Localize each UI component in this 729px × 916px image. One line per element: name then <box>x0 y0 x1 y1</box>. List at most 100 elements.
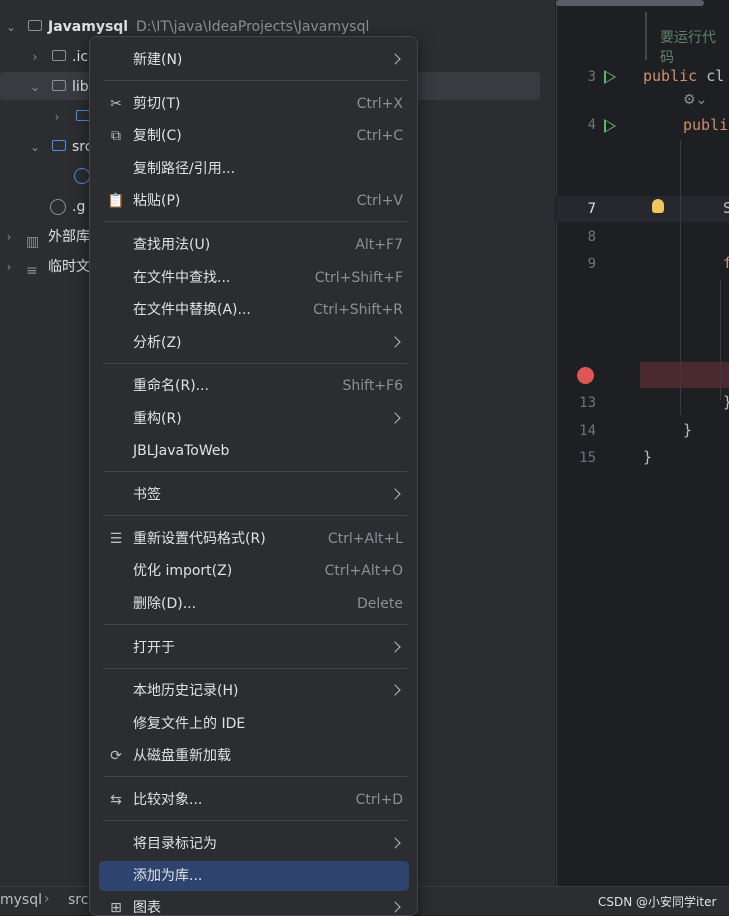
menu-item-open-in[interactable]: 打开于 <box>99 633 409 663</box>
menu-item-label: 添加为库... <box>133 868 203 884</box>
tree-item-label: 临时文 <box>48 259 90 275</box>
chevron-right-icon[interactable]: › <box>2 254 16 280</box>
menu-item-label: 本地历史记录(H) <box>133 683 239 699</box>
keyword: public <box>643 67 698 85</box>
code-text: cl <box>697 67 725 85</box>
menu-item-bookmarks[interactable]: 书签 <box>99 480 409 510</box>
chevron-down-icon[interactable]: ⌄ <box>28 74 42 100</box>
module-folder-icon <box>28 20 42 31</box>
menu-item-label: 图表 <box>133 900 161 916</box>
class-icon <box>74 168 90 184</box>
menu-item-label: 复制路径/引用... <box>133 161 236 177</box>
menu-item-local-history[interactable]: 本地历史记录(H) <box>99 676 409 706</box>
chevron-down-icon[interactable]: ⌄ <box>28 134 42 160</box>
line-number: 13 <box>579 395 596 411</box>
tree-item-label: lib <box>72 79 89 95</box>
code-line-13: } <box>723 393 729 411</box>
menu-separator <box>103 363 407 364</box>
menu-item-jbl-java-to-web[interactable]: JBLJavaToWeb <box>99 436 409 466</box>
menu-item-refactor[interactable]: 重构(R) <box>99 404 409 434</box>
menu-separator <box>103 624 407 625</box>
menu-item-reformat-code[interactable]: ☰ 重新设置代码格式(R) Ctrl+Alt+L <box>99 524 409 554</box>
menu-item-label: 书签 <box>133 487 161 503</box>
chevron-down-icon[interactable]: ⌄ <box>4 14 18 40</box>
folder-icon <box>52 80 66 91</box>
line-number: 8 <box>587 229 596 245</box>
clipboard-icon: 📋 <box>107 193 125 209</box>
tree-item-label: 外部库 <box>48 229 90 245</box>
menu-item-copy[interactable]: ⧉ 复制(C) Ctrl+C <box>99 121 409 151</box>
menu-item-label: 从磁盘重新加载 <box>133 748 231 764</box>
tree-item-label: .ic <box>72 49 89 65</box>
chevron-right-icon[interactable]: › <box>50 104 64 130</box>
context-menu: 新建(N) ✂ 剪切(T) Ctrl+X ⧉ 复制(C) Ctrl+C 复制路径… <box>89 36 418 916</box>
breadcrumb-project[interactable]: mysql <box>0 892 42 908</box>
menu-item-reload-from-disk[interactable]: ⟳ 从磁盘重新加载 <box>99 741 409 771</box>
jar-icon <box>76 110 90 121</box>
menu-item-shortcut: Ctrl+V <box>356 193 403 209</box>
ai-assist-icon[interactable]: ⚙⌄ <box>683 92 707 108</box>
breakpoint-line-highlight <box>640 362 729 388</box>
submenu-arrow-icon <box>389 641 401 653</box>
menu-item-label: 剪切(T) <box>133 96 181 112</box>
line-number: 14 <box>579 423 596 439</box>
menu-item-replace-in-files[interactable]: 在文件中替换(A)... Ctrl+Shift+R <box>99 295 409 325</box>
indent-guide <box>720 280 721 400</box>
menu-item-label: JBLJavaToWeb <box>133 443 230 459</box>
menu-item-new[interactable]: 新建(N) <box>99 45 409 75</box>
breadcrumb-src[interactable]: src <box>68 892 88 908</box>
line-number: 4 <box>587 117 596 133</box>
menu-item-analyze[interactable]: 分析(Z) <box>99 328 409 358</box>
menu-item-label: 优化 import(Z) <box>133 563 233 579</box>
breakpoint-icon[interactable] <box>577 367 594 384</box>
code-line-15: } <box>643 448 653 466</box>
lightbulb-icon[interactable] <box>652 199 664 213</box>
menu-item-shortcut: Shift+F6 <box>342 378 403 394</box>
menu-item-paste[interactable]: 📋 粘贴(P) Ctrl+V <box>99 186 409 216</box>
line-number: 7 <box>587 201 596 217</box>
menu-item-mark-directory-as[interactable]: 将目录标记为 <box>99 829 409 859</box>
menu-item-optimize-imports[interactable]: 优化 import(Z) Ctrl+Alt+O <box>99 556 409 586</box>
menu-item-shortcut: Ctrl+D <box>355 792 403 808</box>
code-line-3: public cl <box>643 67 724 85</box>
menu-item-rename[interactable]: 重命名(R)... Shift+F6 <box>99 371 409 401</box>
copy-icon: ⧉ <box>111 128 121 144</box>
menu-item-copy-path[interactable]: 复制路径/引用... <box>99 154 409 184</box>
menu-item-label: 复制(C) <box>133 128 182 144</box>
run-gutter-icon[interactable] <box>604 119 616 133</box>
indent-guide <box>680 140 681 415</box>
menu-item-label: 打开于 <box>133 640 175 656</box>
submenu-arrow-icon <box>389 336 401 348</box>
run-gutter-icon[interactable] <box>604 70 616 84</box>
submenu-arrow-icon <box>389 488 401 500</box>
menu-item-shortcut: Ctrl+C <box>356 128 403 144</box>
menu-item-shortcut: Delete <box>357 596 403 612</box>
breadcrumb-separator: › <box>44 891 50 907</box>
menu-item-label: 粘贴(P) <box>133 193 181 209</box>
menu-item-label: 将目录标记为 <box>133 836 217 852</box>
menu-item-shortcut: Alt+F7 <box>355 237 403 253</box>
menu-separator <box>103 471 407 472</box>
submenu-arrow-icon <box>389 837 401 849</box>
chevron-right-icon[interactable]: › <box>28 44 42 70</box>
menu-item-repair-ide[interactable]: 修复文件上的 IDE <box>99 709 409 739</box>
menu-item-delete[interactable]: 删除(D)... Delete <box>99 589 409 619</box>
menu-item-cut[interactable]: ✂ 剪切(T) Ctrl+X <box>99 89 409 119</box>
chevron-right-icon[interactable]: › <box>2 224 16 250</box>
submenu-arrow-icon <box>389 412 401 424</box>
menu-item-shortcut: Ctrl+Shift+F <box>314 270 403 286</box>
menu-item-compare-with[interactable]: ⇆ 比较对象... Ctrl+D <box>99 785 409 815</box>
horizontal-scrollbar[interactable] <box>556 0 704 6</box>
tree-item-label: .g <box>72 199 86 215</box>
menu-separator <box>103 668 407 669</box>
menu-item-add-as-library[interactable]: 添加为库... <box>99 861 409 891</box>
code-line-14: } <box>683 421 693 439</box>
menu-separator <box>103 80 407 81</box>
menu-separator <box>103 221 407 222</box>
menu-item-find-in-files[interactable]: 在文件中查找... Ctrl+Shift+F <box>99 263 409 293</box>
menu-separator <box>103 515 407 516</box>
menu-item-diagrams[interactable]: ⊞ 图表 <box>99 893 409 916</box>
submenu-arrow-icon <box>389 901 401 913</box>
menu-item-find-usages[interactable]: 查找用法(U) Alt+F7 <box>99 230 409 260</box>
menu-item-label: 在文件中替换(A)... <box>133 302 251 318</box>
